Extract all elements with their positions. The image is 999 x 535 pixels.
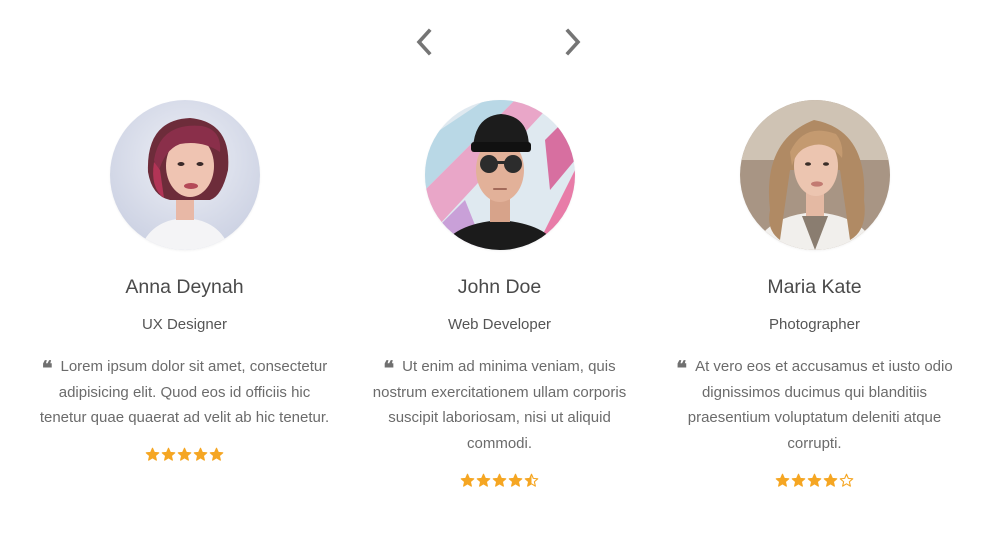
star-empty-icon xyxy=(839,473,854,487)
quote-icon: ❝ xyxy=(676,356,687,380)
testimonial-name: John Doe xyxy=(457,276,542,298)
avatar xyxy=(109,100,260,250)
testimonial-quote-text: Lorem ipsum dolor sit amet, consectetur … xyxy=(39,358,330,427)
star-rating xyxy=(460,473,539,488)
star-full-icon xyxy=(145,447,160,461)
star-rating xyxy=(145,447,224,462)
star-full-icon xyxy=(193,447,208,461)
testimonial-card: John Doe Web Developer ❝ Ut enim ad minim… xyxy=(342,100,657,510)
quote-icon: ❝ xyxy=(41,356,53,380)
testimonial-name: Anna Deynah xyxy=(125,276,244,298)
carousel-prev-button[interactable] xyxy=(409,26,441,58)
testimonial-role: Photographer xyxy=(769,316,860,333)
testimonial-role: Web Developer xyxy=(447,316,552,333)
chevron-left-icon xyxy=(416,28,432,56)
testimonial-quote: ❝ At vero eos et accusamus et iusto odio … xyxy=(670,354,960,457)
star-half-icon xyxy=(524,473,539,487)
star-full-icon xyxy=(177,447,192,461)
carousel-next-button[interactable] xyxy=(556,26,588,58)
quote-icon: ❝ xyxy=(383,356,394,380)
testimonial-card: Anna Deynah UX Designer ❝ Lorem ipsum dol… xyxy=(27,100,342,510)
star-full-icon xyxy=(476,473,491,487)
testimonials-list: Anna Deynah UX Designer ❝ Lorem ipsum dol… xyxy=(27,100,972,510)
avatar xyxy=(739,100,890,250)
star-full-icon xyxy=(775,473,790,487)
star-full-icon xyxy=(791,473,806,487)
testimonial-card: Maria Kate Photographer ❝ At vero eos et … xyxy=(657,100,972,510)
avatar xyxy=(424,100,575,250)
star-full-icon xyxy=(807,473,822,487)
testimonial-quote: ❝ Ut enim ad minima veniam, quis nostrum … xyxy=(355,354,645,457)
chevron-right-icon xyxy=(565,28,581,56)
star-full-icon xyxy=(492,473,507,487)
testimonial-quote-text: Ut enim ad minima veniam, quis nostrum e… xyxy=(372,358,627,453)
testimonial-quote: ❝ Lorem ipsum dolor sit amet, consectetur… xyxy=(40,354,330,431)
star-full-icon xyxy=(508,473,523,487)
star-full-icon xyxy=(460,473,475,487)
testimonial-quote-text: At vero eos et accusamus et iusto odio d… xyxy=(687,358,953,453)
star-full-icon xyxy=(209,447,224,461)
testimonial-name: Maria Kate xyxy=(767,276,862,298)
star-full-icon xyxy=(161,447,176,461)
star-rating xyxy=(775,473,854,488)
testimonial-role: UX Designer xyxy=(141,316,228,333)
star-full-icon xyxy=(823,473,838,487)
